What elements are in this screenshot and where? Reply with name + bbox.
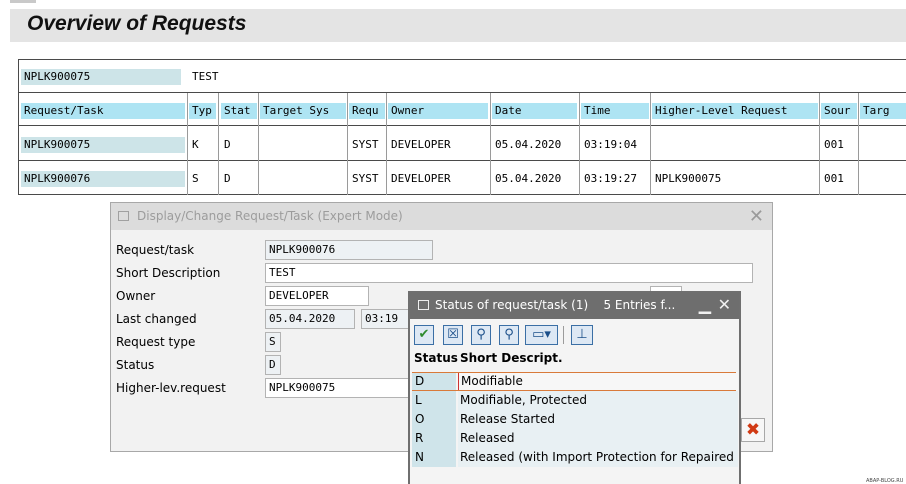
page-title-bar: Overview of Requests <box>10 9 906 42</box>
status-text-r[interactable]: Released <box>458 429 738 448</box>
table-row-1-request[interactable]: NPLK900075 <box>21 137 185 153</box>
table-row-1-date: 05.04.2020 <box>495 138 562 151</box>
table-row-1-time: 03:19:04 <box>584 138 637 151</box>
label-owner: Owner <box>116 289 156 303</box>
table-row-2-higher-level-request: NPLK900075 <box>655 172 722 185</box>
column-header-higher-level-request[interactable]: Higher-Level Request <box>652 103 818 119</box>
column-header-request-task[interactable]: Request/Task <box>21 103 185 119</box>
column-header-target-system[interactable]: Target Sys <box>260 103 346 119</box>
table-row-1-target-system <box>260 137 346 153</box>
table-row-2-source: 001 <box>824 172 844 185</box>
status-popup: Status of request/task (1) 5 Entries f..… <box>408 291 741 484</box>
filter-button[interactable]: ⊥ <box>571 325 593 345</box>
last-changed-date-field[interactable]: 05.04.2020 <box>265 309 355 329</box>
requests-table: NPLK900075 TEST Request/Task Typ Stat Ta… <box>18 59 906 195</box>
find-next-icon: ⚲ <box>504 327 514 342</box>
column-header-owner[interactable]: Owner <box>388 103 488 119</box>
status-code-o[interactable]: O <box>412 410 456 429</box>
table-row-1-target <box>860 137 906 153</box>
cancel-selection-button[interactable]: ☒ <box>443 325 463 345</box>
label-status: Status <box>116 358 155 372</box>
owner-field[interactable]: DEVELOPER <box>265 286 369 306</box>
table-row-2-time: 03:19:27 <box>584 172 637 185</box>
close-icon[interactable]: ✕ <box>749 206 764 227</box>
status-code-r[interactable]: R <box>412 429 456 448</box>
window-icon <box>118 211 129 221</box>
status-popup-title: Status of request/task (1) 5 Entries f..… <box>435 298 676 312</box>
column-header-status[interactable]: Stat <box>221 103 257 119</box>
print-icon: ▭▾ <box>532 327 551 342</box>
status-text-d[interactable]: Modifiable <box>458 372 738 391</box>
higher-level-request-field[interactable]: NPLK900075 <box>265 378 411 398</box>
top-tab-marker <box>10 0 36 3</box>
status-code-n[interactable]: N <box>412 448 456 467</box>
table-row-2-date: 05.04.2020 <box>495 172 562 185</box>
status-code-d[interactable]: D <box>412 372 456 391</box>
table-row-2-target-system <box>260 171 346 187</box>
request-task-field[interactable]: NPLK900076 <box>265 240 433 260</box>
table-row-1-owner: DEVELOPER <box>391 138 451 151</box>
label-request-task: Request/task <box>116 243 195 257</box>
status-popup-caption[interactable]: Status of request/task (1) 5 Entries f..… <box>410 293 739 319</box>
column-header-date[interactable]: Date <box>492 103 577 119</box>
page-title: Overview of Requests <box>27 12 247 35</box>
cancel-icon: ✖ <box>745 420 761 440</box>
table-row-2-status: D <box>224 172 231 185</box>
header-request-id[interactable]: NPLK900075 <box>21 69 181 85</box>
find-next-button[interactable]: ⚲ <box>499 325 519 345</box>
status-text-l[interactable]: Modifiable, Protected <box>458 391 738 410</box>
filter-icon: ⊥ <box>576 327 588 342</box>
table-row-2-owner: DEVELOPER <box>391 172 451 185</box>
status-field[interactable]: D <box>265 355 281 375</box>
table-row-1-type: K <box>192 138 199 151</box>
column-header-status[interactable]: Status <box>414 351 458 365</box>
column-header-target[interactable]: Targ <box>860 103 906 119</box>
table-row-2-request[interactable]: NPLK900076 <box>21 171 185 187</box>
find-button[interactable]: ⚲ <box>471 325 491 345</box>
status-code-l[interactable]: L <box>412 391 456 410</box>
label-request-type: Request type <box>116 335 196 349</box>
cancel-button[interactable]: ✖ <box>741 418 765 442</box>
header-request-description: TEST <box>192 70 219 83</box>
request-task-dialog-caption[interactable]: Display/Change Request/Task (Expert Mode… <box>111 203 772 230</box>
cancel-icon: ☒ <box>447 327 459 342</box>
table-row-1-status: D <box>224 138 231 151</box>
minimize-icon[interactable]: ▁ <box>699 295 711 314</box>
status-text-o[interactable]: Release Started <box>458 410 738 429</box>
check-icon: ✔ <box>418 327 430 342</box>
request-task-dialog-title: Display/Change Request/Task (Expert Mode… <box>137 209 403 223</box>
column-header-requestor[interactable]: Requ <box>349 103 385 119</box>
table-row-2-requestor: SYST <box>352 172 379 185</box>
table-row-1-higher-level-request <box>652 137 818 153</box>
label-last-changed: Last changed <box>116 312 197 326</box>
check-button[interactable]: ✔ <box>414 325 434 345</box>
label-higher-level-request: Higher-lev.request <box>116 381 226 395</box>
find-icon: ⚲ <box>476 327 486 342</box>
column-header-source[interactable]: Sour <box>821 103 857 119</box>
label-short-description: Short Description <box>116 266 221 280</box>
watermark: ABAP-BLOG.RU <box>866 478 904 484</box>
table-row-2-target <box>860 171 906 187</box>
table-row-1-source: 001 <box>824 138 844 151</box>
window-icon <box>418 300 429 310</box>
column-header-type[interactable]: Typ <box>189 103 216 119</box>
short-description-field[interactable]: TEST <box>265 263 753 283</box>
column-header-time[interactable]: Time <box>581 103 649 119</box>
table-row-1-requestor: SYST <box>352 138 379 151</box>
print-button[interactable]: ▭▾ <box>525 325 558 345</box>
request-type-field[interactable]: S <box>265 332 281 352</box>
last-changed-time-field[interactable]: 03:19 <box>361 309 411 329</box>
column-header-short-description[interactable]: Short Descript. <box>460 351 563 365</box>
close-icon[interactable]: ✕ <box>718 295 731 314</box>
table-row-2-type: S <box>192 172 199 185</box>
status-text-n[interactable]: Released (with Import Protection for Rep… <box>458 448 738 467</box>
